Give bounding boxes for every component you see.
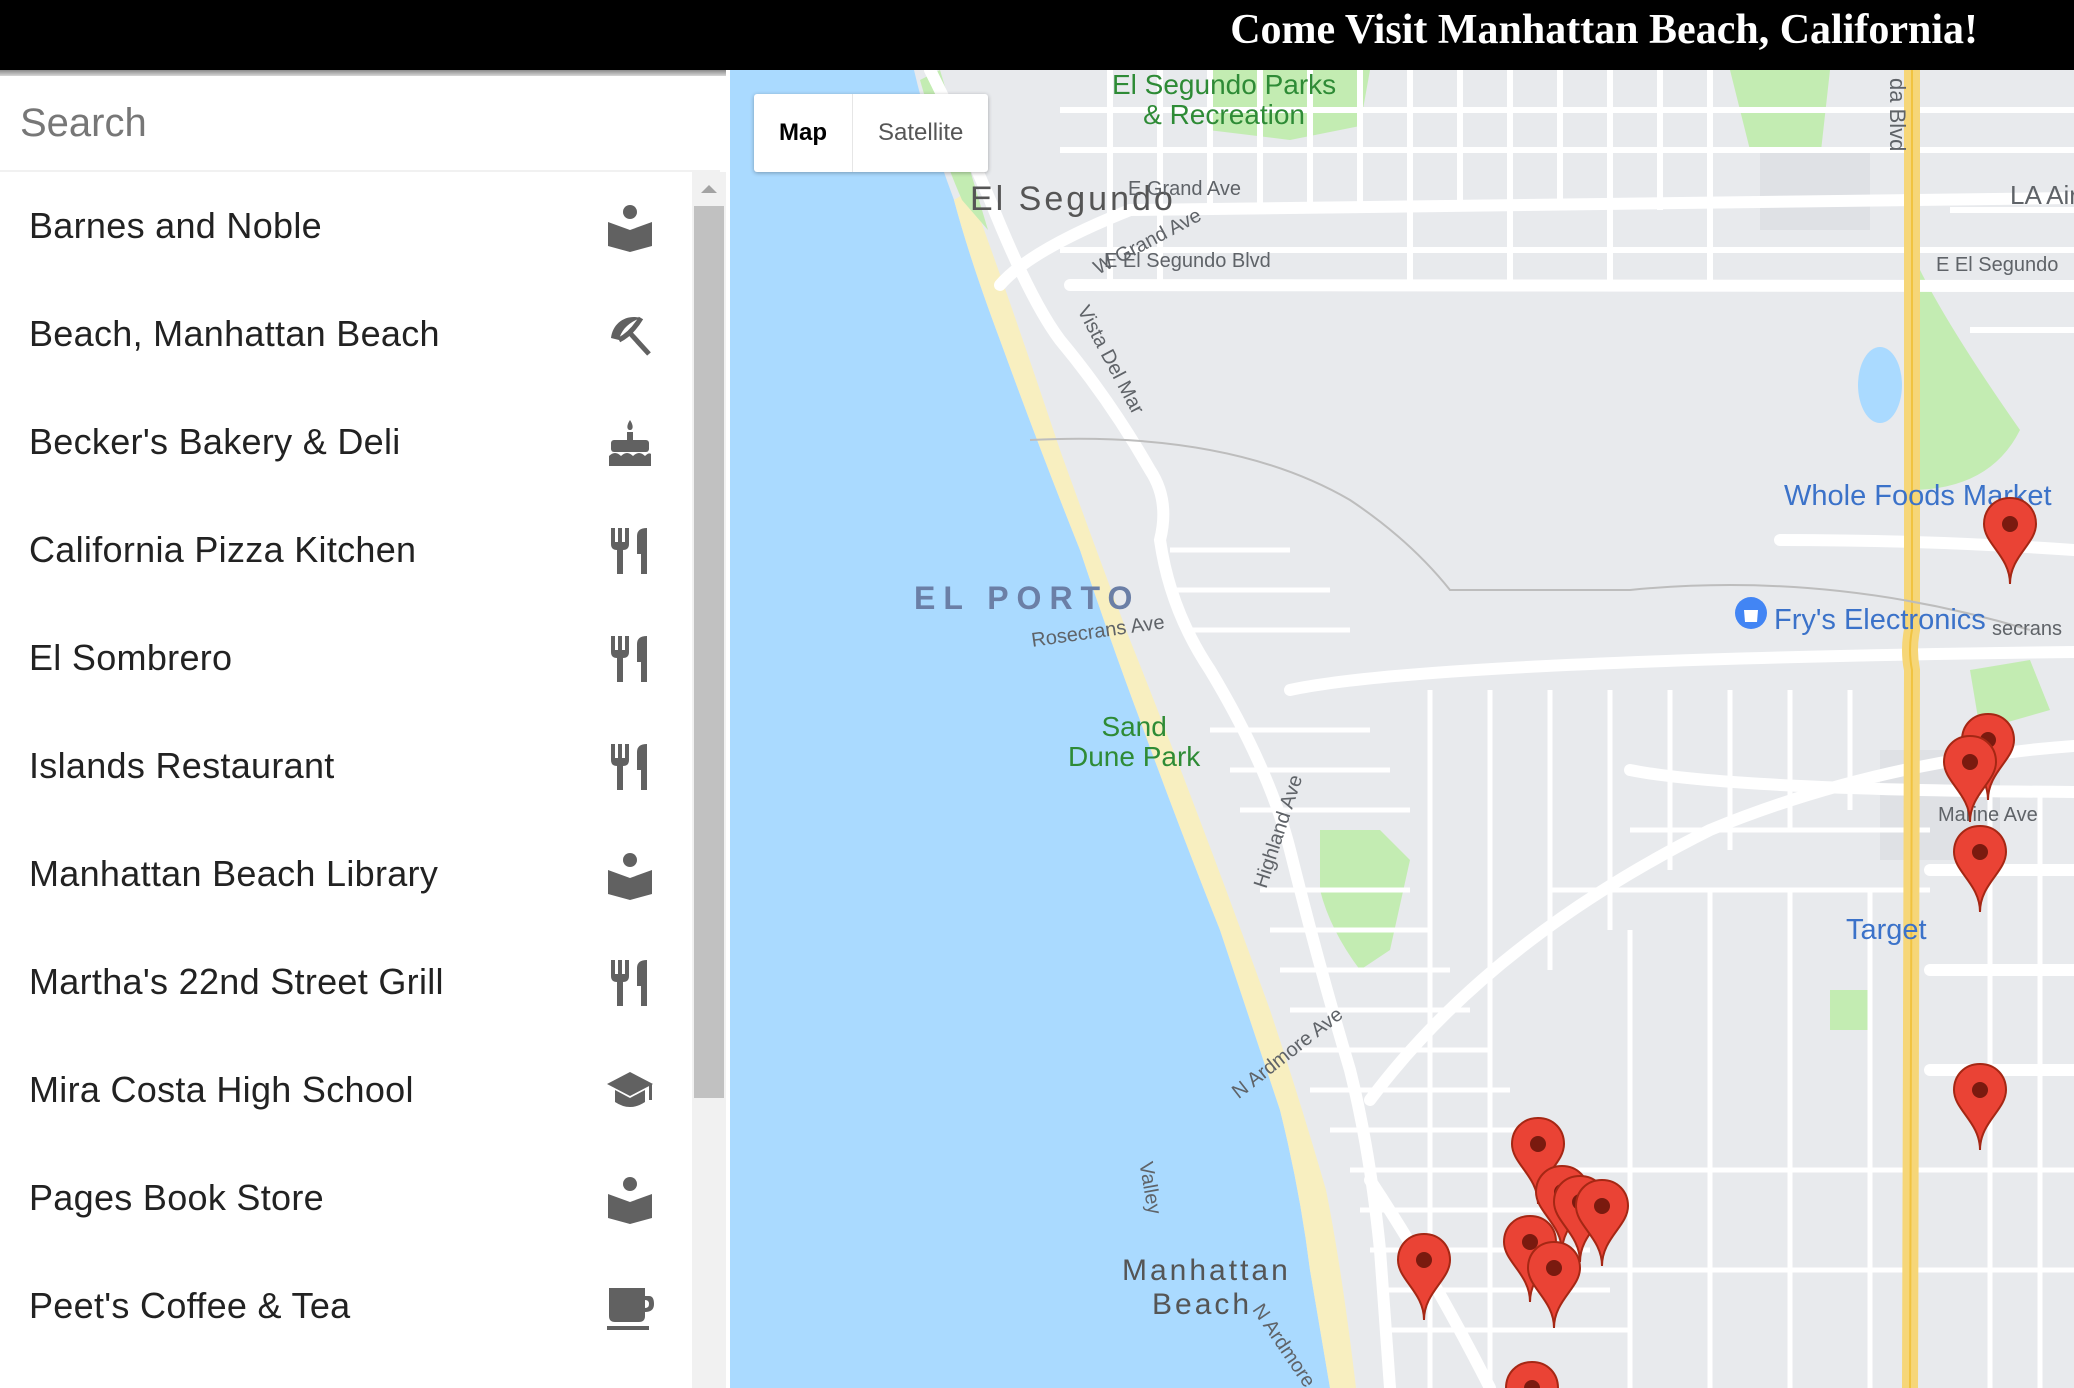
place-marker[interactable] xyxy=(1952,1062,2008,1152)
scroll-up-arrow-icon[interactable] xyxy=(692,172,726,206)
restaurant-icon xyxy=(611,744,647,790)
place-marker[interactable] xyxy=(1942,734,1998,824)
scroll-thumb[interactable] xyxy=(694,206,724,1098)
map-type-control: Map Satellite xyxy=(754,94,989,172)
map-label-sand-dune-park: Sand Dune Park xyxy=(1068,711,1201,772)
restaurant-icon xyxy=(611,960,647,1006)
map-label-e-grand-ave: E Grand Ave xyxy=(1128,178,1242,200)
list-item-barnes-and-noble[interactable]: Barnes and Noble xyxy=(0,172,692,280)
list-item-marthas-grill[interactable]: Martha's 22nd Street Grill xyxy=(0,928,692,1036)
map-label-el-porto: EL PORTO xyxy=(914,580,1141,616)
map-type-satellite-button[interactable]: Satellite xyxy=(853,94,988,172)
map-label-sepulveda-blvd: da Blvd xyxy=(1885,78,1910,152)
list-item-label: Peet's Coffee & Tea xyxy=(29,1285,351,1326)
list-scrollbar[interactable] xyxy=(692,172,726,1388)
book-icon xyxy=(608,853,652,900)
list-item-peets-coffee[interactable]: Peet's Coffee & Tea xyxy=(0,1252,692,1360)
place-marker[interactable] xyxy=(1982,496,2038,586)
sidebar: Barnes and Noble Beach, Manhattan Beach … xyxy=(0,76,726,1388)
list-item-label: Barnes and Noble xyxy=(29,205,322,246)
list-item-label: Becker's Bakery & Deli xyxy=(29,421,401,462)
school-icon xyxy=(607,1072,653,1107)
list-item-islands-restaurant[interactable]: Islands Restaurant xyxy=(0,712,692,820)
place-marker[interactable] xyxy=(1952,824,2008,914)
list-item-label: Pages Book Store xyxy=(29,1177,324,1218)
page-title: Come Visit Manhattan Beach, California! xyxy=(1230,7,1978,53)
map-label-rosecrans-right: secrans xyxy=(1992,618,2063,640)
list-item-label: Beach, Manhattan Beach xyxy=(29,313,440,354)
list-item-label: Mira Costa High School xyxy=(29,1069,414,1110)
list-item-label: El Sombrero xyxy=(29,637,233,678)
search-input[interactable] xyxy=(0,76,718,170)
list-item-label: Manhattan Beach Library xyxy=(29,853,439,894)
map-view[interactable]: Map Satellite El Segundo Parks & Recreat… xyxy=(730,70,2074,1388)
list-item-beach[interactable]: Beach, Manhattan Beach xyxy=(0,280,692,388)
list-item-mira-costa[interactable]: Mira Costa High School xyxy=(0,1036,692,1144)
cake-icon xyxy=(609,420,651,466)
restaurant-icon xyxy=(611,636,647,682)
list-item-label: Islands Restaurant xyxy=(29,745,335,786)
places-list: Barnes and Noble Beach, Manhattan Beach … xyxy=(0,172,692,1388)
list-item-label: Martha's 22nd Street Grill xyxy=(29,961,444,1002)
map-label-frys-electronics: Fry's Electronics xyxy=(1774,604,1986,636)
list-item-manhattan-beach-library[interactable]: Manhattan Beach Library xyxy=(0,820,692,928)
place-marker[interactable] xyxy=(1396,1232,1452,1322)
list-item-pages-book-store[interactable]: Pages Book Store xyxy=(0,1144,692,1252)
place-marker[interactable] xyxy=(1526,1240,1582,1330)
map-base xyxy=(730,70,2074,1388)
page-header: Come Visit Manhattan Beach, California! xyxy=(0,0,2074,70)
list-item-el-sombrero[interactable]: El Sombrero xyxy=(0,604,692,712)
coffee-icon xyxy=(607,1288,654,1330)
map-label-target: Target xyxy=(1846,914,1927,946)
list-item-california-pizza-kitchen[interactable]: California Pizza Kitchen xyxy=(0,496,692,604)
book-icon xyxy=(608,205,652,252)
map-type-map-button[interactable]: Map xyxy=(754,94,853,172)
map-label-e-el-segundo-right: E El Segundo xyxy=(1936,254,2059,276)
list-item-label: California Pizza Kitchen xyxy=(29,529,417,570)
map-label-el-segundo-parks: El Segundo Parks & Recreation xyxy=(1112,70,1337,130)
restaurant-icon xyxy=(611,528,647,574)
book-icon xyxy=(608,1177,652,1224)
place-marker[interactable] xyxy=(1574,1178,1630,1268)
beach-umbrella-icon xyxy=(611,316,651,356)
shopping-poi-icon[interactable] xyxy=(1734,596,1768,630)
map-label-la-air: LA Air xyxy=(2010,180,2074,210)
list-item-beckers-bakery[interactable]: Becker's Bakery & Deli xyxy=(0,388,692,496)
place-marker[interactable] xyxy=(1504,1360,1560,1388)
